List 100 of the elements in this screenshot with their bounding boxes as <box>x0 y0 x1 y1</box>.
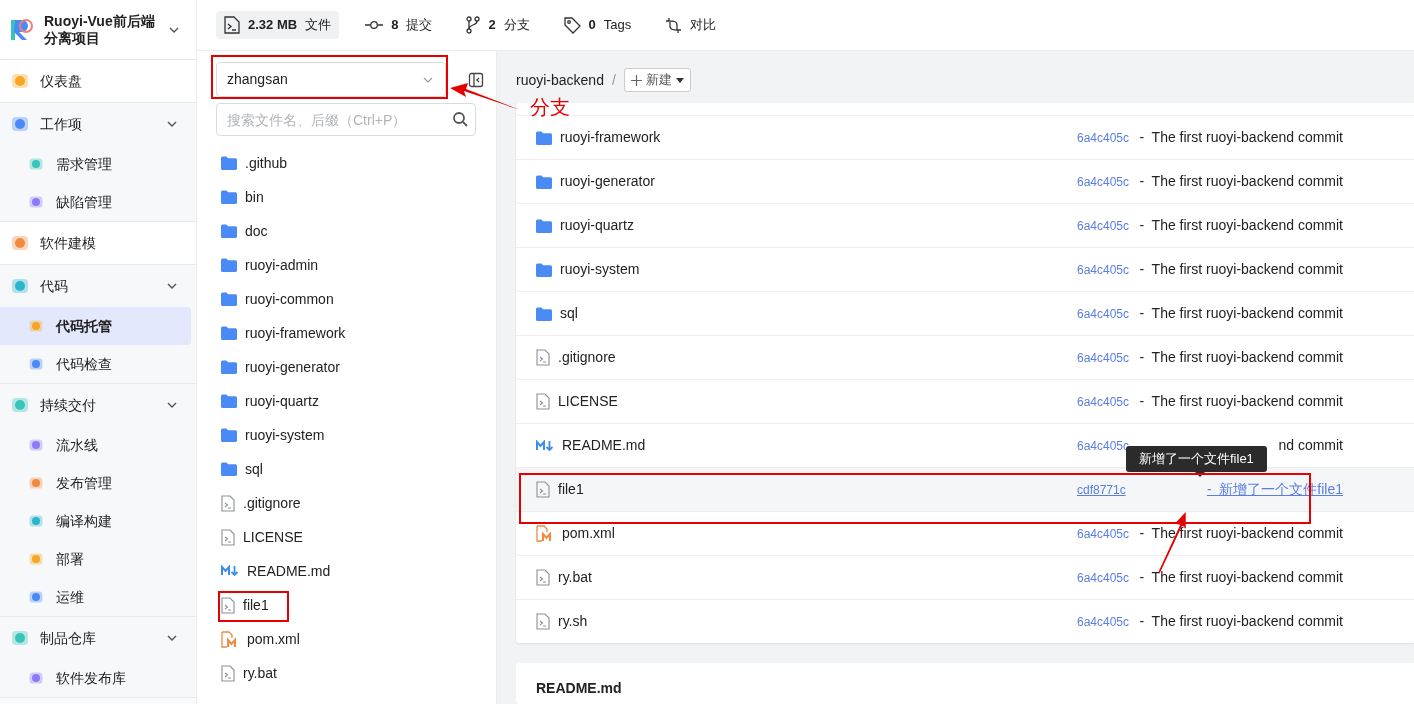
menu-group[interactable]: 制品仓库 <box>0 617 196 659</box>
tree-item[interactable]: README.md <box>216 554 496 588</box>
tree-item[interactable]: sql <box>216 452 496 486</box>
menu-group[interactable]: 代码 <box>0 265 196 307</box>
commit-message[interactable]: - The first ruoyi-backend commit <box>1137 611 1343 632</box>
branch-icon <box>466 16 481 34</box>
commit-hash[interactable]: 6a4c405c <box>1077 568 1137 587</box>
commit-hash[interactable]: 6a4c405c <box>1077 612 1137 631</box>
folder-icon <box>536 174 552 189</box>
commit-message[interactable]: - The first ruoyi-backend commit <box>1137 171 1343 192</box>
commit-hash[interactable]: cdf8771c <box>1077 480 1137 499</box>
menu-item[interactable]: 代码托管 <box>0 307 191 345</box>
commit-hash[interactable]: 6a4c405c <box>1077 172 1137 191</box>
menu-item[interactable]: 软件发布库 <box>0 659 191 697</box>
tree-item[interactable]: ruoyi-quartz <box>216 384 496 418</box>
menu-icon <box>10 71 30 91</box>
commit-message[interactable]: - The first ruoyi-backend commit <box>1137 259 1343 280</box>
stat-tab[interactable]: 0 Tags <box>555 11 640 39</box>
commit-hash[interactable]: 6a4c405c <box>1077 128 1137 147</box>
tree-item[interactable]: bin <box>216 180 496 214</box>
file-row[interactable]: ry.bat 6a4c405c - The first ruoyi-backend commit <box>516 555 1414 599</box>
commit-message[interactable]: - The first ruoyi-backend commit <box>1137 127 1343 148</box>
menu-item[interactable]: 运维 <box>0 578 191 616</box>
collapse-panel-icon[interactable] <box>468 71 484 88</box>
menu-item[interactable]: 代码检查 <box>0 345 191 383</box>
file-name[interactable]: ruoyi-framework <box>560 127 661 148</box>
menu-item[interactable]: 部署 <box>0 540 191 578</box>
file-name[interactable]: LICENSE <box>558 391 618 412</box>
folder-icon <box>221 326 237 340</box>
file-name[interactable]: ry.sh <box>558 611 588 632</box>
file-row[interactable]: ruoyi-generator 6a4c405c - The first ruoyi-backend commit <box>516 159 1414 203</box>
tree-item[interactable]: file1 <box>216 588 496 622</box>
stat-tab[interactable]: 2 分支 <box>458 11 538 39</box>
commit-message[interactable]: - The first ruoyi-backend commit <box>1137 215 1343 236</box>
commit-hash[interactable]: 6a4c405c <box>1077 348 1137 367</box>
menu-group[interactable]: 工作项 <box>0 103 196 145</box>
menu-group[interactable]: 软件建模 <box>0 222 196 264</box>
menu-icon <box>10 628 30 648</box>
file-name[interactable]: ruoyi-quartz <box>560 215 634 236</box>
commit-hash[interactable]: 6a4c405c <box>1077 524 1137 543</box>
tree-item[interactable]: pom.xml <box>216 622 496 656</box>
menu-icon <box>10 395 30 415</box>
commit-hash[interactable]: 6a4c405c <box>1077 216 1137 235</box>
branch-select[interactable]: zhangsan <box>216 62 446 97</box>
breadcrumb-link[interactable]: ruoyi-backend <box>516 69 604 91</box>
file-name[interactable]: README.md <box>562 435 646 456</box>
file-row[interactable]: ruoyi-system 6a4c405c - The first ruoyi-backend commit <box>516 247 1414 291</box>
menu-item[interactable]: 流水线 <box>0 426 191 464</box>
file-row[interactable]: ruoyi-quartz 6a4c405c - The first ruoyi-backend commit <box>516 203 1414 247</box>
commit-hash[interactable]: 6a4c405c <box>1077 392 1137 411</box>
tree-item[interactable]: ruoyi-generator <box>216 350 496 384</box>
file-icon <box>224 16 240 34</box>
tree-item[interactable]: ruoyi-common <box>216 282 496 316</box>
tree-item[interactable]: ruoyi-admin <box>216 248 496 282</box>
folder-icon <box>221 428 237 442</box>
markdown-icon <box>221 565 239 577</box>
commit-message[interactable]: - The first ruoyi-backend commit <box>1137 391 1343 412</box>
search-field[interactable]: 搜索文件名、后缀（Ctrl+P） <box>216 103 476 136</box>
file-name[interactable]: ry.bat <box>558 567 592 588</box>
commit-hash[interactable]: 6a4c405c <box>1077 260 1137 279</box>
file-name[interactable]: .gitignore <box>558 347 616 368</box>
menu-group[interactable]: 持续交付 <box>0 384 196 426</box>
tree-item[interactable]: .github <box>216 146 496 180</box>
file-row[interactable]: LICENSE 6a4c405c - The first ruoyi-backend commit <box>516 379 1414 423</box>
stat-tab[interactable]: 对比 <box>657 11 725 39</box>
menu-item[interactable]: 发布管理 <box>0 464 191 502</box>
stat-tab[interactable]: 8 提交 <box>357 11 441 39</box>
tree-item[interactable]: .gitignore <box>216 486 496 520</box>
stat-tab[interactable]: 2.32 MB 文件 <box>216 11 340 39</box>
commit-message[interactable]: - The first ruoyi-backend commit <box>1137 303 1343 324</box>
menu-icon <box>28 194 44 210</box>
maven-file-icon <box>536 525 554 542</box>
menu-item[interactable]: 编译构建 <box>0 502 191 540</box>
plus-icon <box>630 74 642 86</box>
file-row[interactable]: ry.sh 6a4c405c - The first ruoyi-backend commit <box>516 599 1414 643</box>
file-name[interactable]: ruoyi-system <box>560 259 640 280</box>
commit-message[interactable]: - The first ruoyi-backend commit <box>1137 347 1343 368</box>
menu-item[interactable]: 需求管理 <box>0 145 191 183</box>
folder-icon <box>221 190 237 204</box>
tree-item[interactable]: doc <box>216 214 496 248</box>
tree-item[interactable]: ry.bat <box>216 656 496 690</box>
tree-item[interactable]: ruoyi-framework <box>216 316 496 350</box>
commit-message[interactable]: - The first ruoyi-backend commit <box>1137 567 1343 588</box>
tree-item[interactable]: LICENSE <box>216 520 496 554</box>
menu-icon <box>28 356 44 372</box>
tree-item[interactable]: ruoyi-system <box>216 418 496 452</box>
search-icon <box>452 111 468 127</box>
commit-message[interactable]: - The first ruoyi-backend commit <box>1137 523 1343 544</box>
menu-group[interactable]: 仪表盘 <box>0 60 196 102</box>
new-button[interactable]: 新建 <box>623 68 691 92</box>
file-name[interactable]: file1 <box>558 479 584 500</box>
file-name[interactable]: ruoyi-generator <box>560 171 655 192</box>
menu-icon <box>28 475 44 491</box>
tooltip-pointer-icon <box>1195 472 1205 477</box>
file-row[interactable]: .gitignore 6a4c405c - The first ruoyi-backend commit <box>516 335 1414 379</box>
file-name[interactable]: pom.xml <box>562 523 615 544</box>
file-name[interactable]: sql <box>560 303 578 324</box>
commit-hash[interactable]: 6a4c405c <box>1077 304 1137 323</box>
menu-item[interactable]: 缺陷管理 <box>0 183 191 221</box>
file-row[interactable]: sql 6a4c405c - The first ruoyi-backend commit <box>516 291 1414 335</box>
